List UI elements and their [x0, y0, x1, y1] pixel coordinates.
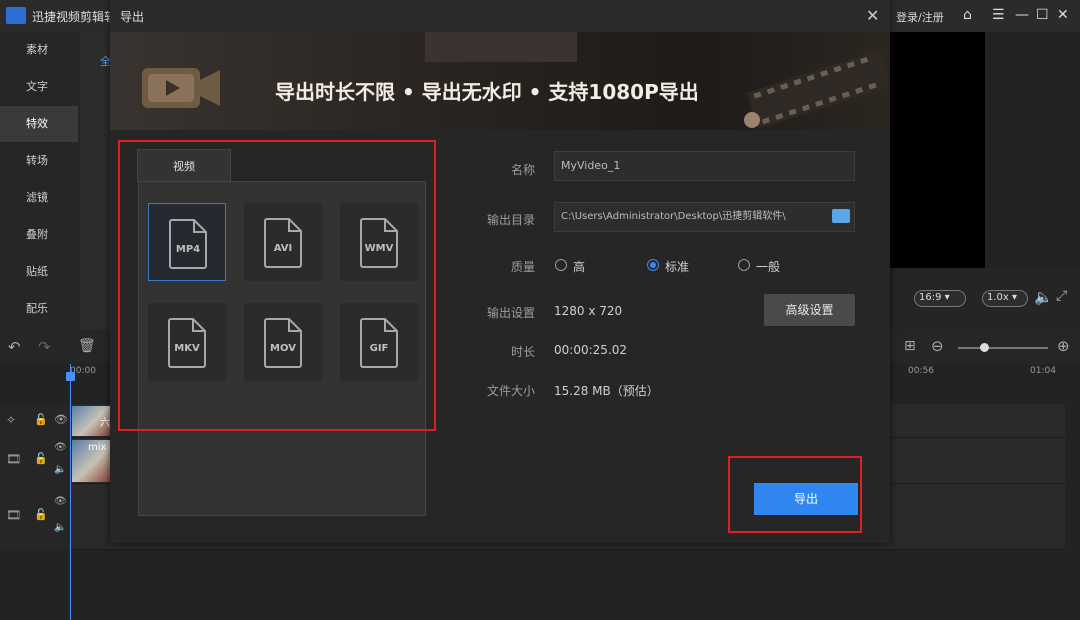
visibility-icon[interactable]: 👁	[54, 496, 67, 507]
zoom-slider[interactable]	[958, 347, 1048, 349]
visibility-icon[interactable]: 👁	[54, 413, 68, 426]
lock-icon[interactable]: 🔓	[34, 508, 48, 521]
redo-icon[interactable]: ↷	[38, 338, 51, 356]
visibility-icon[interactable]: 👁	[54, 442, 67, 453]
export-dialog: 导出 ✕ 导出时长不限 • 导出无水印 • 支持1080P导出 视频 MP4 A…	[110, 0, 890, 543]
file-size-label: 文件大小	[486, 384, 535, 398]
name-label: 名称	[510, 163, 535, 177]
name-input[interactable]: MyVideo_1	[554, 151, 855, 181]
duration-label: 时长	[510, 345, 535, 359]
output-settings-label: 输出设置	[486, 306, 535, 320]
sidebar-item-stickers[interactable]: 贴纸	[0, 254, 78, 290]
banner-tab	[425, 32, 577, 62]
banner-text: 导出时长不限 • 导出无水印 • 支持1080P导出	[275, 80, 699, 104]
quality-normal-label: 一般	[756, 260, 781, 274]
format-highlight-box	[118, 140, 436, 431]
close-window-icon[interactable]: ✕	[1057, 7, 1069, 23]
fit-icon[interactable]: ⊞	[904, 338, 916, 354]
sidebar-item-filters[interactable]: 滤镜	[0, 180, 78, 216]
track-header: 🎞 🔓 👁 🔈	[0, 438, 70, 484]
sidebar-item-effects[interactable]: 特效	[0, 106, 78, 142]
sidebar: 素材 文字 特效 转场 滤镜 叠附 贴纸 配乐	[0, 32, 80, 330]
folder-icon[interactable]	[832, 209, 850, 223]
app-logo-icon	[6, 7, 26, 24]
track-header: ✧ 🔓 👁	[0, 404, 70, 438]
close-icon[interactable]: ✕	[866, 6, 879, 25]
promo-banner: 导出时长不限 • 导出无水印 • 支持1080P导出	[110, 32, 890, 130]
advanced-settings-button[interactable]: 高级设置	[764, 294, 855, 326]
quality-standard-radio[interactable]	[647, 259, 659, 271]
login-link[interactable]: 登录/注册	[896, 9, 944, 25]
speed-select[interactable]: 1.0x ▾	[982, 290, 1028, 307]
zoom-in-icon[interactable]: ⊕	[1057, 337, 1070, 355]
quality-high-label: 高	[573, 260, 586, 274]
delete-icon[interactable]: 🗑	[78, 338, 96, 354]
volume-icon[interactable]: 🔈	[1034, 288, 1053, 306]
lock-icon[interactable]: 🔓	[34, 413, 48, 426]
zoom-slider-handle[interactable]	[980, 343, 989, 352]
duration-value: 00:00:25.02	[554, 343, 627, 357]
minimize-icon[interactable]: —	[1015, 7, 1029, 23]
track-header: 🎞 🔓 👁 🔈	[0, 484, 70, 550]
dialog-titlebar: 导出 ✕	[110, 0, 890, 32]
maximize-icon[interactable]: ☐	[1036, 7, 1049, 23]
audio-icon[interactable]: 🔈	[54, 464, 66, 475]
video-clip-label: mix	[88, 442, 107, 453]
undo-icon[interactable]: ↶	[8, 338, 21, 356]
film-icon: 🎞	[6, 452, 22, 466]
effect-track-icon: ✧	[6, 413, 17, 427]
camera-icon	[142, 68, 220, 108]
output-settings-value: 1280 x 720	[554, 304, 623, 318]
quality-high-radio[interactable]	[555, 259, 567, 271]
aspect-ratio-value: 16:9	[919, 292, 942, 303]
output-dir-input[interactable]: C:\Users\Administrator\Desktop\迅捷剪辑软件\	[554, 202, 855, 232]
file-size-value: 15.28 MB（预估）	[554, 384, 659, 398]
sidebar-item-music[interactable]: 配乐	[0, 291, 78, 327]
quality-standard-label: 标准	[665, 260, 690, 274]
film-reel-icon	[744, 49, 888, 129]
ruler-label-end: 01:04	[1030, 366, 1056, 376]
audio-icon[interactable]: 🔈	[54, 522, 66, 533]
preview-screen	[890, 32, 985, 268]
aspect-ratio-select[interactable]: 16:9 ▾	[914, 290, 966, 307]
quality-normal-radio[interactable]	[738, 259, 750, 271]
lock-icon[interactable]: 🔓	[34, 452, 48, 465]
sidebar-item-transitions[interactable]: 转场	[0, 143, 78, 179]
output-dir-label: 输出目录	[486, 213, 535, 227]
sidebar-item-material[interactable]: 素材	[0, 32, 78, 68]
home-icon[interactable]: ⌂	[963, 7, 972, 23]
effect-clip[interactable]: 六	[72, 406, 110, 436]
quality-label: 质量	[510, 260, 535, 274]
speed-value: 1.0x	[987, 292, 1009, 303]
video-clip[interactable]: mix	[72, 440, 110, 482]
ruler-label-mid: 00:56	[908, 366, 934, 376]
sidebar-item-overlay[interactable]: 叠附	[0, 217, 78, 253]
effect-clip-label: 六	[100, 418, 110, 429]
playhead[interactable]	[70, 364, 71, 620]
export-highlight-box	[728, 456, 862, 533]
preview-controls: 16:9 ▾ 1.0x ▾ 🔈 ⤢	[890, 268, 1080, 330]
menu-icon[interactable]: ☰	[992, 7, 1005, 23]
zoom-out-icon[interactable]: ⊖	[931, 337, 944, 355]
film-icon: 🎞	[6, 508, 22, 522]
library-panel	[80, 32, 110, 330]
playhead-handle[interactable]	[66, 372, 75, 381]
sidebar-item-text[interactable]: 文字	[0, 69, 78, 105]
fullscreen-icon[interactable]: ⤢	[1056, 288, 1067, 304]
dialog-title: 导出	[120, 10, 145, 24]
